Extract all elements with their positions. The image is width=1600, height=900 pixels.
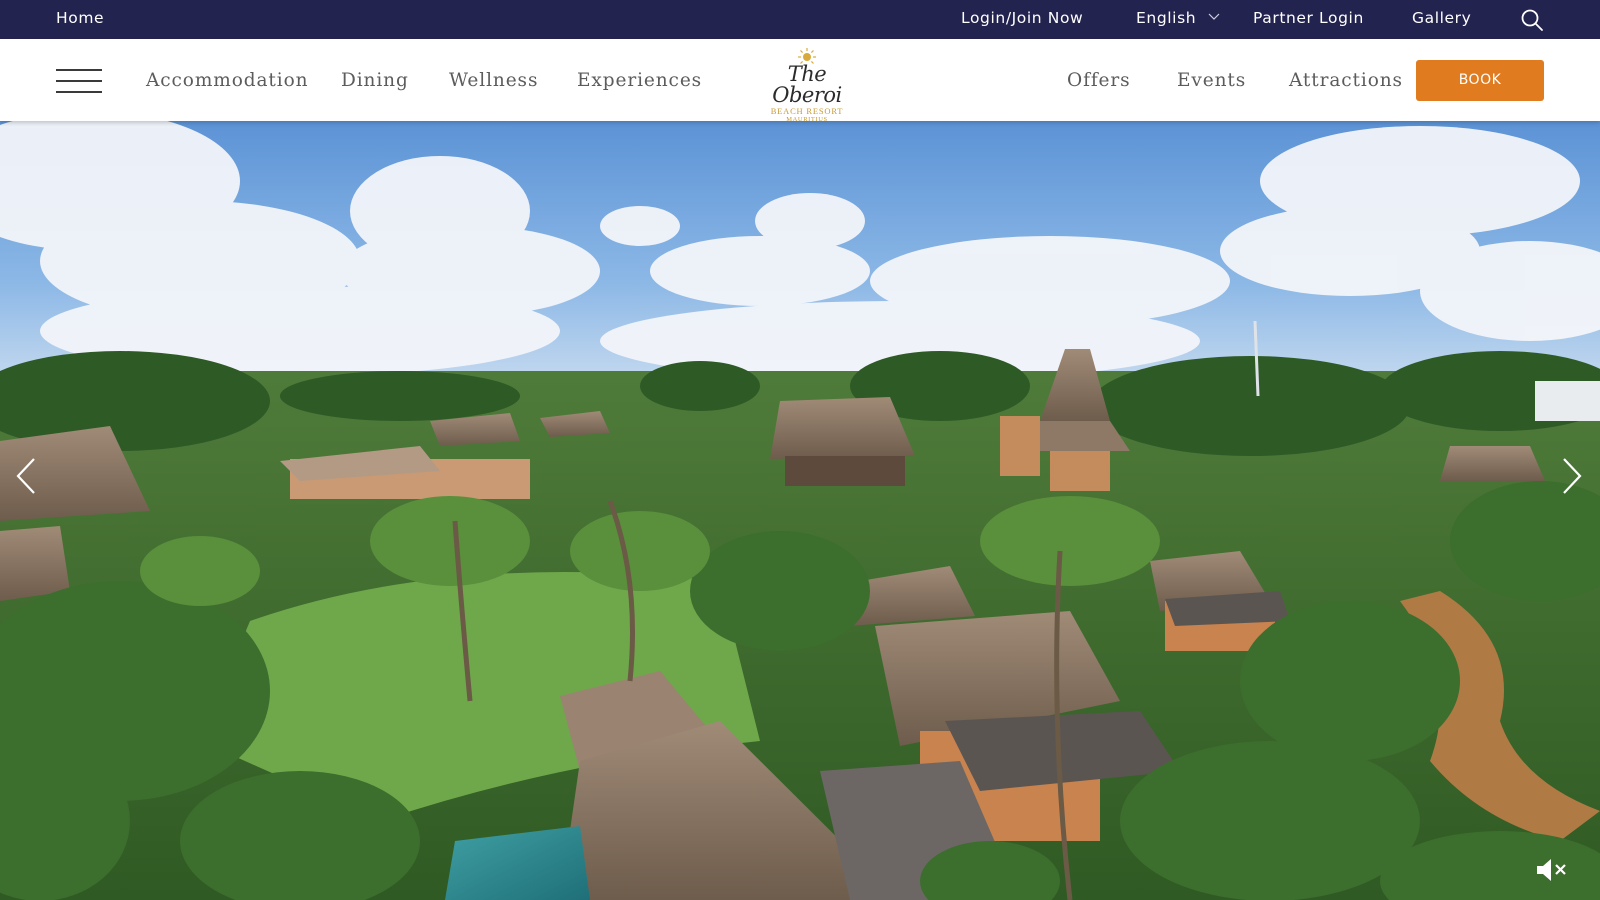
nav-events[interactable]: Events	[1177, 39, 1246, 121]
login-join-link[interactable]: Login/Join Now	[961, 0, 1083, 39]
language-label: English	[1136, 9, 1197, 27]
nav-dining[interactable]: Dining	[341, 39, 409, 121]
nav-attractions[interactable]: Attractions	[1289, 39, 1403, 121]
logo-location: MAURITIUS	[786, 116, 828, 123]
top-utility-bar: Home Login/Join Now English Partner Logi…	[0, 0, 1600, 39]
brand-logo[interactable]: The Oberoi BEACH RESORT MAURITIUS	[752, 47, 862, 123]
home-link[interactable]: Home	[56, 0, 104, 39]
resort-aerial-image	[0, 121, 1600, 900]
partner-login-link[interactable]: Partner Login	[1253, 0, 1364, 39]
logo-subtitle: BEACH RESORT	[770, 106, 844, 116]
nav-offers[interactable]: Offers	[1067, 39, 1131, 121]
language-selector[interactable]: English	[1136, 0, 1220, 39]
book-button[interactable]: BOOK	[1416, 60, 1544, 101]
gallery-link[interactable]: Gallery	[1412, 0, 1471, 39]
chevron-left-icon[interactable]	[12, 451, 42, 501]
mute-icon[interactable]	[1534, 856, 1568, 884]
chevron-right-icon[interactable]	[1556, 451, 1586, 501]
nav-accommodation[interactable]: Accommodation	[146, 39, 308, 121]
nav-wellness[interactable]: Wellness	[449, 39, 538, 121]
nav-experiences[interactable]: Experiences	[577, 39, 702, 121]
hamburger-menu-icon[interactable]	[56, 69, 102, 93]
main-navigation: Accommodation Dining Wellness Experience…	[0, 39, 1600, 123]
chevron-down-icon	[1208, 13, 1220, 20]
hero-video	[0, 121, 1600, 900]
logo-wordmark: The Oberoi	[772, 62, 842, 107]
search-icon[interactable]	[1520, 8, 1544, 32]
